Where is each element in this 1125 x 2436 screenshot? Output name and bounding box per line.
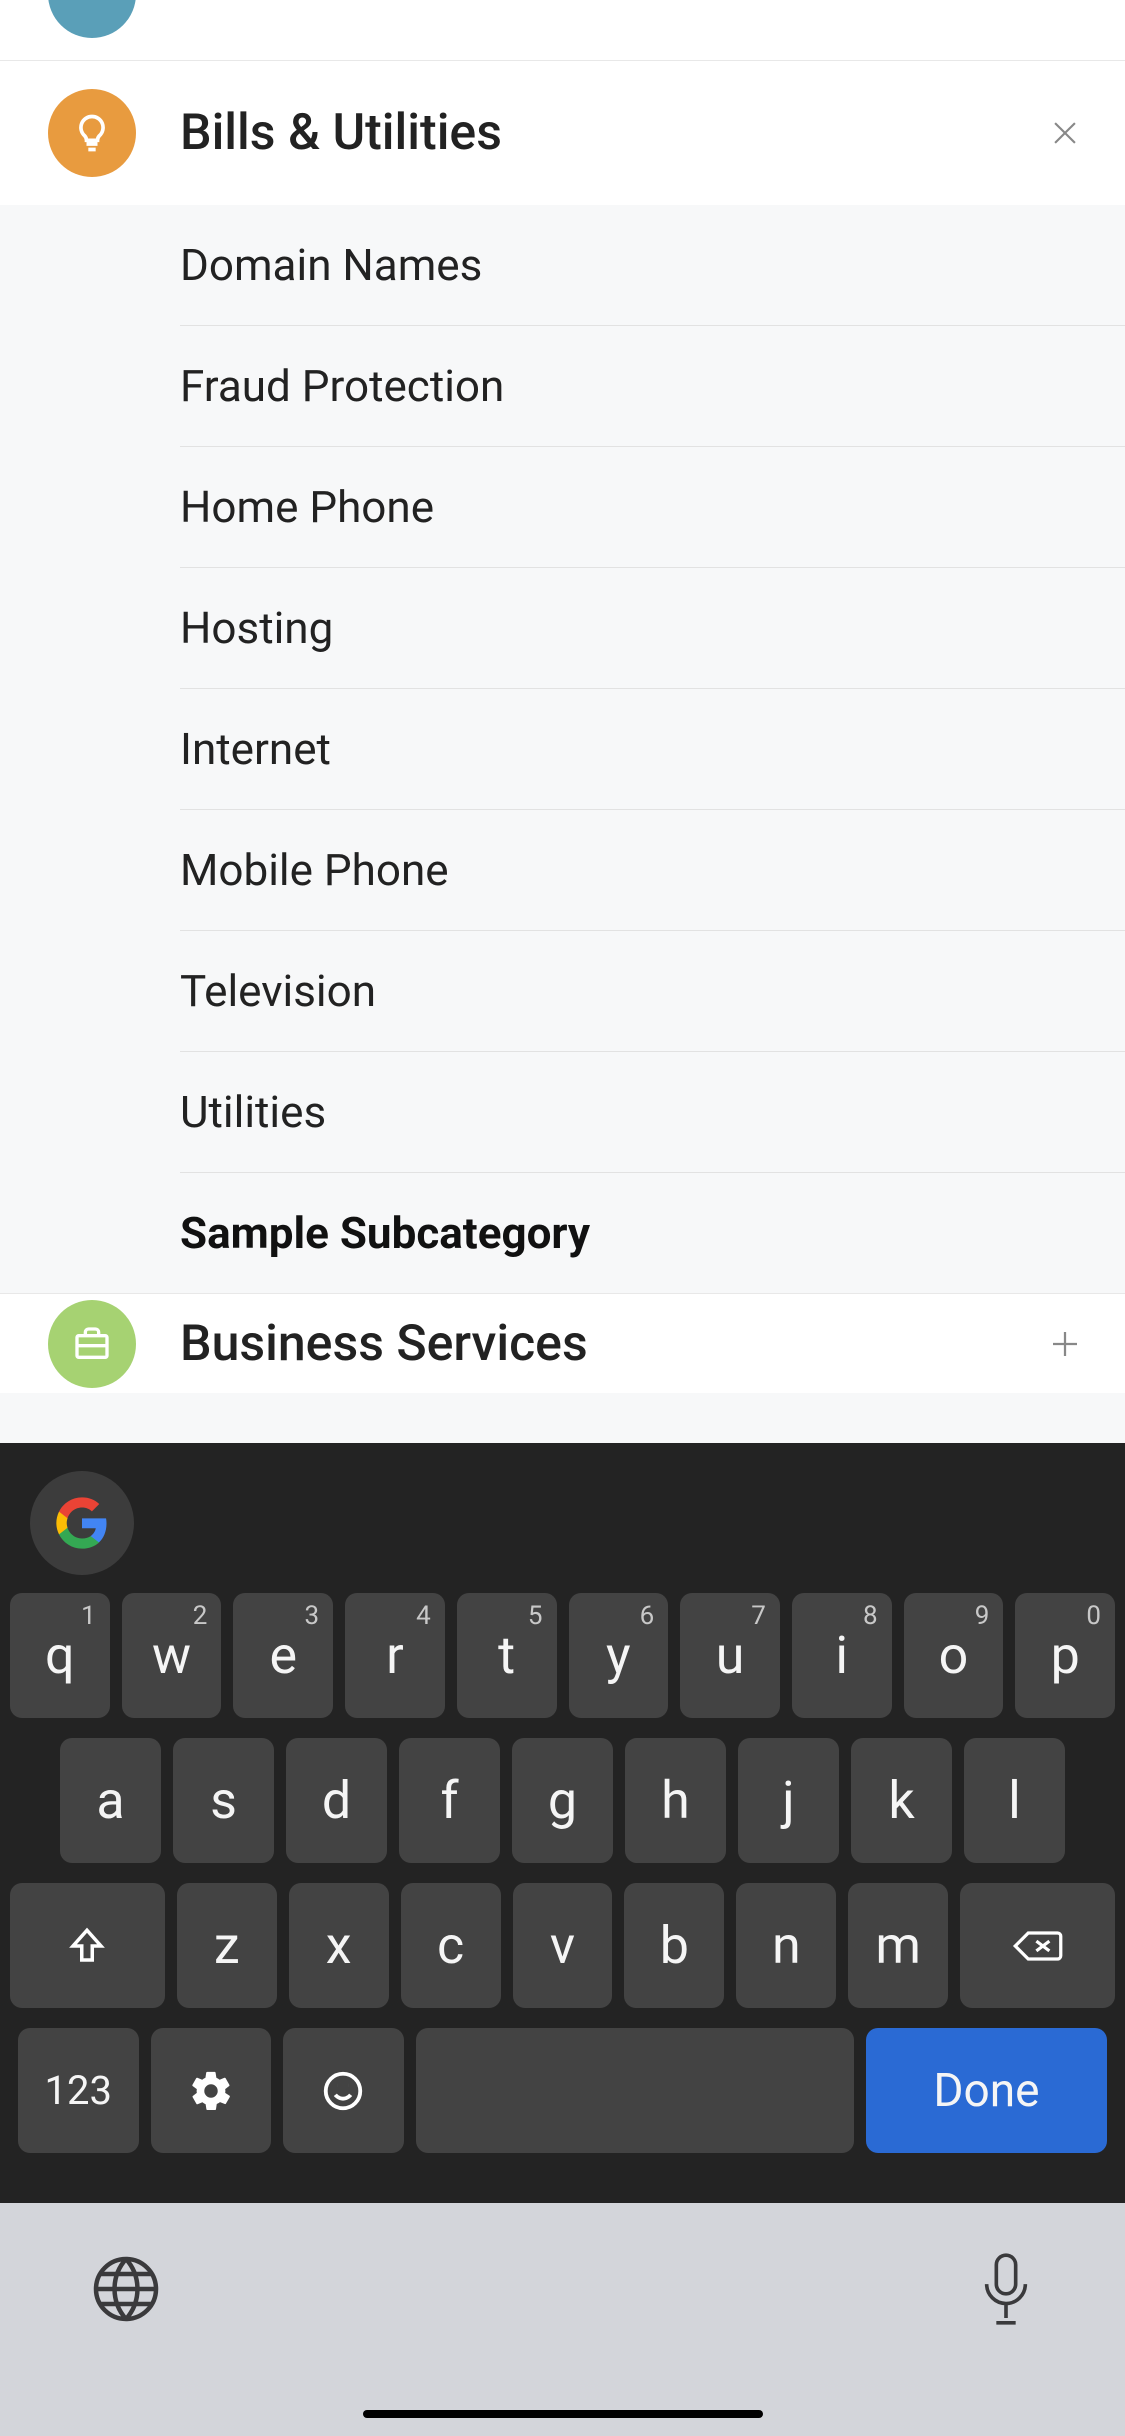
key-m[interactable]: m: [848, 1883, 948, 2008]
backspace-key[interactable]: [960, 1883, 1115, 2008]
category-header-business[interactable]: Business Services: [0, 1293, 1125, 1393]
space-key[interactable]: [416, 2028, 854, 2153]
subcategory-item[interactable]: Television: [180, 931, 1125, 1052]
settings-key[interactable]: [151, 2028, 272, 2153]
home-indicator[interactable]: [363, 2410, 763, 2418]
google-icon[interactable]: [30, 1471, 134, 1575]
lightbulb-icon: [48, 89, 136, 177]
shift-key[interactable]: [10, 1883, 165, 2008]
subcategory-item[interactable]: Hosting: [180, 568, 1125, 689]
keyboard-row-4: 123 Done: [0, 2018, 1125, 2169]
previous-category-icon: [48, 0, 136, 38]
key-o[interactable]: o9: [904, 1593, 1004, 1718]
mic-icon[interactable]: [977, 2249, 1035, 2329]
keyboard: q1 w2 e3 r4 t5 y6 u7 i8 o9 p0 a s d f g …: [0, 1443, 1125, 2436]
close-icon[interactable]: [1045, 113, 1085, 153]
key-h[interactable]: h: [625, 1738, 726, 1863]
key-v[interactable]: v: [513, 1883, 613, 2008]
key-y[interactable]: y6: [569, 1593, 669, 1718]
briefcase-icon: [48, 1300, 136, 1388]
globe-icon[interactable]: [90, 2253, 162, 2325]
subcategory-list: Domain Names Fraud Protection Home Phone…: [0, 205, 1125, 1293]
category-header-bills[interactable]: Bills & Utilities: [0, 60, 1125, 205]
keyboard-bottom-bar: [0, 2203, 1125, 2436]
key-r[interactable]: r4: [345, 1593, 445, 1718]
key-g[interactable]: g: [512, 1738, 613, 1863]
key-d[interactable]: d: [286, 1738, 387, 1863]
key-z[interactable]: z: [177, 1883, 277, 2008]
subcategory-item[interactable]: Home Phone: [180, 447, 1125, 568]
key-t[interactable]: t5: [457, 1593, 557, 1718]
plus-icon[interactable]: [1045, 1324, 1085, 1364]
subcategory-item[interactable]: Internet: [180, 689, 1125, 810]
numbers-key[interactable]: 123: [18, 2028, 139, 2153]
category-title: Business Services: [180, 1315, 1045, 1373]
key-w[interactable]: w2: [122, 1593, 222, 1718]
key-b[interactable]: b: [624, 1883, 724, 2008]
key-j[interactable]: j: [738, 1738, 839, 1863]
subcategory-item[interactable]: Fraud Protection: [180, 326, 1125, 447]
key-q[interactable]: q1: [10, 1593, 110, 1718]
keyboard-row-1: q1 w2 e3 r4 t5 y6 u7 i8 o9 p0: [0, 1583, 1125, 1728]
emoji-key[interactable]: [283, 2028, 404, 2153]
key-x[interactable]: x: [289, 1883, 389, 2008]
key-l[interactable]: l: [964, 1738, 1065, 1863]
key-s[interactable]: s: [173, 1738, 274, 1863]
category-title: Bills & Utilities: [180, 104, 1045, 162]
keyboard-suggestion-bar: [0, 1463, 1125, 1583]
key-k[interactable]: k: [851, 1738, 952, 1863]
subcategory-item[interactable]: Utilities: [180, 1052, 1125, 1173]
key-i[interactable]: i8: [792, 1593, 892, 1718]
subcategory-item[interactable]: Domain Names: [180, 205, 1125, 326]
keyboard-row-2: a s d f g h j k l: [0, 1728, 1125, 1873]
subcategory-item[interactable]: Mobile Phone: [180, 810, 1125, 931]
key-n[interactable]: n: [736, 1883, 836, 2008]
done-key[interactable]: Done: [866, 2028, 1107, 2153]
key-f[interactable]: f: [399, 1738, 500, 1863]
key-e[interactable]: e3: [233, 1593, 333, 1718]
new-subcategory-input[interactable]: [180, 1207, 1085, 1259]
key-c[interactable]: c: [401, 1883, 501, 2008]
key-u[interactable]: u7: [680, 1593, 780, 1718]
keyboard-row-3: z x c v b n m: [0, 1873, 1125, 2018]
previous-category-peek: [0, 0, 1125, 60]
key-a[interactable]: a: [60, 1738, 161, 1863]
key-p[interactable]: p0: [1015, 1593, 1115, 1718]
